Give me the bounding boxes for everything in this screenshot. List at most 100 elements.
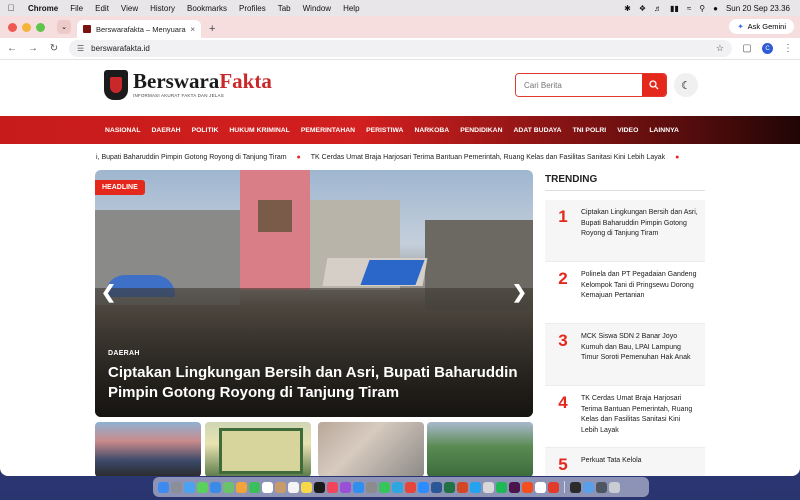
profile-avatar[interactable]: C (762, 43, 773, 54)
search-button[interactable] (642, 74, 666, 96)
news-thumbnail[interactable] (318, 422, 424, 476)
tab-berswarafakta[interactable]: Berswarafakta – Menyuarakan × (77, 20, 201, 38)
nav-tni-polri[interactable]: TNI POLRI (573, 127, 607, 134)
apple-menu-icon[interactable]:  (0, 3, 22, 13)
menu-profiles[interactable]: Profiles (233, 4, 272, 13)
menu-window[interactable]: Window (297, 4, 337, 13)
menu-file[interactable]: File (64, 4, 89, 13)
user-switch-icon[interactable]: ● (713, 4, 718, 13)
nav-video[interactable]: VIDEO (617, 127, 638, 134)
trending-title[interactable]: Perkuat Tata Kelola (581, 448, 705, 476)
control-center-icon[interactable]: ✱ (624, 4, 631, 13)
nav-hukum-kriminal[interactable]: HUKUM KRIMINAL (229, 127, 289, 134)
trending-item[interactable]: 5 Perkuat Tata Kelola (545, 448, 705, 476)
tab-search-chevron-icon[interactable]: ⌄ (57, 20, 71, 34)
nav-peristiwa[interactable]: PERISTIWA (366, 127, 403, 134)
launchpad-app-icon[interactable] (171, 481, 182, 493)
zoom-app-icon[interactable] (418, 481, 429, 493)
vscode-app-icon[interactable] (470, 481, 481, 493)
nav-pendidikan[interactable]: PENDIDIKAN (460, 127, 502, 134)
browser-menu-kebab-icon[interactable]: ⋮ (782, 43, 794, 54)
volume-icon[interactable]: ♬ (654, 4, 662, 13)
menu-bookmarks[interactable]: Bookmarks (181, 4, 233, 13)
slider-next-chevron-icon[interactable]: ❯ (512, 282, 527, 303)
trending-title[interactable]: TK Cerdas Umat Braja Harjosari Terima Ba… (581, 386, 705, 447)
podcasts-app-icon[interactable] (340, 481, 351, 493)
settings-app-icon[interactable] (366, 481, 377, 493)
news-thumbnail[interactable] (205, 422, 311, 476)
nav-daerah[interactable]: DAERAH (152, 127, 181, 134)
battery-icon[interactable]: ▮▮ (670, 4, 679, 13)
bookmark-star-icon[interactable]: ☆ (716, 43, 724, 54)
site-info-tune-icon[interactable]: ☰ (77, 44, 84, 53)
notion-app-icon[interactable] (535, 481, 546, 493)
search-input[interactable] (516, 74, 642, 96)
excel-app-icon[interactable] (444, 481, 455, 493)
screenshot-app-icon[interactable] (596, 481, 607, 493)
word-app-icon[interactable] (431, 481, 442, 493)
slack-app-icon[interactable] (509, 481, 520, 493)
minimize-window-icon[interactable] (22, 22, 31, 32)
menu-edit[interactable]: Edit (89, 4, 115, 13)
telegram-app-icon[interactable] (392, 481, 403, 493)
wifi-icon[interactable]: ≈ (687, 4, 691, 13)
terminal-app-icon[interactable] (570, 481, 581, 493)
menu-help[interactable]: Help (337, 4, 365, 13)
dark-mode-moon-icon[interactable]: ☾ (674, 73, 698, 97)
whatsapp-app-icon[interactable] (379, 481, 390, 493)
spotify-app-icon[interactable] (496, 481, 507, 493)
tab-close-icon[interactable]: × (190, 25, 195, 34)
nav-narkoba[interactable]: NARKOBA (414, 127, 449, 134)
contacts-app-icon[interactable] (275, 481, 286, 493)
trash-icon[interactable] (609, 481, 620, 493)
ticker-item[interactable]: TK Cerdas Umat Braja Harjosari Terima Ba… (311, 154, 665, 161)
fullscreen-window-icon[interactable] (36, 22, 45, 32)
notes-app-icon[interactable] (301, 481, 312, 493)
facetime-app-icon[interactable] (249, 481, 260, 493)
preview-app-icon[interactable] (483, 481, 494, 493)
safari-app-icon[interactable] (184, 481, 195, 493)
photos-app-icon[interactable] (236, 481, 247, 493)
messages-app-icon[interactable] (197, 481, 208, 493)
menu-view[interactable]: View (115, 4, 144, 13)
headline-slider[interactable]: HEADLINE ❮ ❯ DAERAH Ciptakan Lingkungan … (95, 170, 533, 417)
trending-title[interactable]: Ciptakan Lingkungan Bersih dan Asri, Bup… (581, 200, 705, 261)
headline-category[interactable]: DAERAH (108, 350, 140, 357)
maps-app-icon[interactable] (223, 481, 234, 493)
news-thumbnail[interactable] (427, 422, 533, 476)
menubar-datetime[interactable]: Sun 20 Sep 23.36 (726, 4, 790, 13)
music-app-icon[interactable] (327, 481, 338, 493)
figma-app-icon[interactable] (522, 481, 533, 493)
menu-history[interactable]: History (144, 4, 181, 13)
nav-adat-budaya[interactable]: ADAT BUDAYA (514, 127, 562, 134)
trending-item[interactable]: 4 TK Cerdas Umat Braja Harjosari Terima … (545, 386, 705, 448)
nav-pemerintahan[interactable]: PEMERINTAHAN (301, 127, 355, 134)
nav-lainnya[interactable]: LAINNYA (649, 127, 679, 134)
reload-icon[interactable]: ↻ (48, 43, 60, 54)
ticker-item[interactable]: i, Bupati Baharuddin Pimpin Gotong Royon… (96, 154, 287, 161)
mail-app-icon[interactable] (210, 481, 221, 493)
reminders-app-icon[interactable] (288, 481, 299, 493)
search-spotlight-icon[interactable]: ⚲ (699, 4, 705, 13)
tv-app-icon[interactable] (314, 481, 325, 493)
trending-item[interactable]: 3 MCK Siswa SDN 2 Banar Joyo Kumuh dan B… (545, 324, 705, 386)
news-thumbnail[interactable] (95, 422, 201, 476)
menu-app-chrome[interactable]: Chrome (22, 4, 64, 13)
powerpoint-app-icon[interactable] (457, 481, 468, 493)
trending-item[interactable]: 1 Ciptakan Lingkungan Bersih dan Asri, B… (545, 200, 705, 262)
menu-tab[interactable]: Tab (272, 4, 297, 13)
trending-item[interactable]: 2 Polinela dan PT Pegadaian Gandeng Kelo… (545, 262, 705, 324)
ask-gemini-button[interactable]: ✦ Ask Gemini (729, 19, 794, 34)
new-tab-plus-icon[interactable]: + (209, 23, 215, 35)
bluetooth-icon[interactable]: ❖ (639, 4, 646, 13)
extensions-puzzle-icon[interactable]: ▢ (741, 43, 753, 54)
trending-title[interactable]: MCK Siswa SDN 2 Banar Joyo Kumuh dan Bau… (581, 324, 705, 385)
downloads-folder-icon[interactable] (583, 481, 594, 493)
trending-title[interactable]: Polinela dan PT Pegadaian Gandeng Kelomp… (581, 262, 705, 323)
nav-nasional[interactable]: NASIONAL (105, 127, 141, 134)
headline-title[interactable]: Ciptakan Lingkungan Bersih dan Asri, Bup… (108, 363, 528, 403)
forward-arrow-icon[interactable]: → (27, 43, 39, 54)
nav-politik[interactable]: POLITIK (192, 127, 219, 134)
site-logo[interactable]: BerswaraFakta INFORMASI AKURAT FAKTA DAN… (104, 70, 272, 100)
finder-app-icon[interactable] (158, 481, 169, 493)
